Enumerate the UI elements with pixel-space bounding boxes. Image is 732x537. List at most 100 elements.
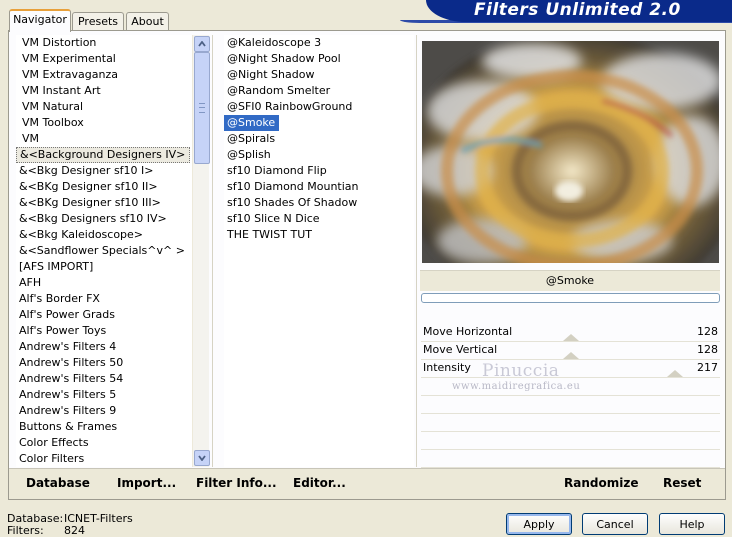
category-label: Alf's Power Toys: [19, 324, 107, 337]
randomize-button[interactable]: Randomize: [564, 476, 638, 490]
category-list-item[interactable]: Color Effects: [16, 435, 192, 451]
param-row-move-vertical[interactable]: Move Vertical 128: [421, 342, 720, 360]
category-label: VM Toolbox: [22, 116, 84, 129]
filters-count-label: Filters:: [7, 524, 44, 537]
category-label: Andrew's Filters 5: [19, 388, 117, 401]
scroll-down-button[interactable]: [194, 450, 210, 466]
category-list-item[interactable]: VM Distortion: [16, 35, 192, 51]
param-row-move-horizontal[interactable]: Move Horizontal 128: [421, 324, 720, 342]
param-value: 128: [697, 343, 718, 356]
header-banner: Filters Unlimited 2.0: [426, 0, 732, 22]
category-list-item[interactable]: &<Bkg Kaleidoscope>: [16, 227, 192, 243]
filter-label: THE TWIST TUT: [227, 228, 312, 241]
filter-label: @Spirals: [227, 132, 276, 145]
category-list[interactable]: VM Distortion VM Experimental VM Extravaga…: [16, 35, 192, 467]
filter-list-item[interactable]: @Night Shadow: [224, 67, 414, 83]
category-scrollbar[interactable]: [192, 35, 210, 467]
reset-button[interactable]: Reset: [663, 476, 701, 490]
slider-marker[interactable]: [563, 352, 579, 359]
category-label: VM Extravaganza: [22, 68, 119, 81]
category-list-item[interactable]: VM: [16, 131, 192, 147]
category-label: Alf's Border FX: [19, 292, 100, 305]
category-list-item[interactable]: [AFS IMPORT]: [16, 259, 192, 275]
param-row-empty: [421, 432, 720, 450]
filter-list-item[interactable]: @Smoke: [224, 115, 414, 131]
app-title: Filters Unlimited 2.0: [474, 0, 681, 20]
category-list-item[interactable]: &<BKg Designer sf10 II>: [16, 179, 192, 195]
category-list-item[interactable]: &<Bkg Designer sf10 I>: [16, 163, 192, 179]
category-label: Color Effects: [19, 436, 89, 449]
apply-button[interactable]: Apply: [506, 513, 572, 535]
param-row-intensity[interactable]: Intensity 217: [421, 360, 720, 378]
filter-label: @Smoke: [224, 115, 280, 131]
category-list-item[interactable]: Andrew's Filters 4: [16, 339, 192, 355]
category-label: &<Background Designers IV>: [16, 147, 191, 163]
scroll-up-button[interactable]: [194, 36, 210, 52]
category-list-item[interactable]: Alf's Power Toys: [16, 323, 192, 339]
filter-info-button[interactable]: Filter Info...: [196, 476, 277, 490]
category-list-item[interactable]: VM Extravaganza: [16, 67, 192, 83]
filter-list-item[interactable]: @Kaleidoscope 3: [224, 35, 414, 51]
scroll-thumb[interactable]: [194, 52, 210, 164]
category-list-item[interactable]: &<Sandflower Specials^v^ >: [16, 243, 192, 259]
category-label: VM: [22, 132, 40, 145]
category-list-item[interactable]: Andrew's Filters 50: [16, 355, 192, 371]
param-row-empty: [421, 450, 720, 468]
param-label: Intensity: [423, 361, 471, 374]
category-list-item[interactable]: Alf's Border FX: [16, 291, 192, 307]
tab-about[interactable]: About: [126, 12, 169, 30]
filter-label: @Random Smelter: [227, 84, 331, 97]
filter-list-item[interactable]: sf10 Diamond Mountian: [224, 179, 414, 195]
category-label: &<Bkg Designers sf10 IV>: [19, 212, 167, 225]
category-list-item[interactable]: Andrew's Filters 5: [16, 387, 192, 403]
slider-marker[interactable]: [667, 370, 683, 377]
filter-label: sf10 Shades Of Shadow: [227, 196, 358, 209]
param-row-empty: [421, 396, 720, 414]
list-divider: [416, 35, 417, 467]
selected-filter-title: @Smoke: [420, 270, 720, 291]
cancel-button[interactable]: Cancel: [582, 513, 648, 535]
tab-presets[interactable]: Presets: [72, 12, 124, 30]
category-list-item[interactable]: Buttons & Frames: [16, 419, 192, 435]
category-list-item[interactable]: VM Toolbox: [16, 115, 192, 131]
category-list-item[interactable]: &<BKg Designer sf10 III>: [16, 195, 192, 211]
watermark-url: www.maidiregrafica.eu: [452, 381, 581, 392]
tab-navigator[interactable]: Navigator: [9, 9, 71, 32]
filter-list[interactable]: @Kaleidoscope 3 @Night Shadow Pool @Night …: [224, 35, 414, 467]
param-label: Move Horizontal: [423, 325, 513, 338]
filter-list-item[interactable]: THE TWIST TUT: [224, 227, 414, 243]
filter-list-item[interactable]: @Splish: [224, 147, 414, 163]
editor-button[interactable]: Editor...: [293, 476, 346, 490]
filter-list-item[interactable]: @Spirals: [224, 131, 414, 147]
filter-list-item[interactable]: sf10 Shades Of Shadow: [224, 195, 414, 211]
category-list-item[interactable]: &<Bkg Designers sf10 IV>: [16, 211, 192, 227]
database-button[interactable]: Database: [26, 476, 90, 490]
category-list-item[interactable]: VM Natural: [16, 99, 192, 115]
filter-list-item[interactable]: @Random Smelter: [224, 83, 414, 99]
category-list-item[interactable]: Andrew's Filters 54: [16, 371, 192, 387]
filter-list-item[interactable]: sf10 Diamond Flip: [224, 163, 414, 179]
filter-label: @SFI0 RainbowGround: [227, 100, 353, 113]
category-label: [AFS IMPORT]: [19, 260, 94, 273]
category-list-item[interactable]: Alf's Power Grads: [16, 307, 192, 323]
category-list-item[interactable]: AFH: [16, 275, 192, 291]
help-button[interactable]: Help: [659, 513, 725, 535]
filter-label: @Night Shadow: [227, 68, 315, 81]
category-list-item[interactable]: Andrew's Filters 9: [16, 403, 192, 419]
import-button[interactable]: Import...: [117, 476, 176, 490]
category-list-item[interactable]: &<Background Designers IV>: [16, 147, 192, 163]
filter-list-item[interactable]: @Night Shadow Pool: [224, 51, 414, 67]
filters-count-value: 824: [64, 524, 85, 537]
filter-list-item[interactable]: sf10 Slice N Dice: [224, 211, 414, 227]
category-label: AFH: [19, 276, 42, 289]
category-label: Buttons & Frames: [19, 420, 118, 433]
category-list-item[interactable]: VM Instant Art: [16, 83, 192, 99]
filter-list-item[interactable]: @SFI0 RainbowGround: [224, 99, 414, 115]
category-label: VM Distortion: [22, 36, 97, 49]
slider-marker[interactable]: [563, 334, 579, 341]
category-label: &<BKg Designer sf10 II>: [19, 180, 158, 193]
category-list-item[interactable]: VM Experimental: [16, 51, 192, 67]
category-list-item[interactable]: Color Filters: [16, 451, 192, 467]
category-label: VM Instant Art: [22, 84, 101, 97]
filter-label: sf10 Slice N Dice: [227, 212, 320, 225]
